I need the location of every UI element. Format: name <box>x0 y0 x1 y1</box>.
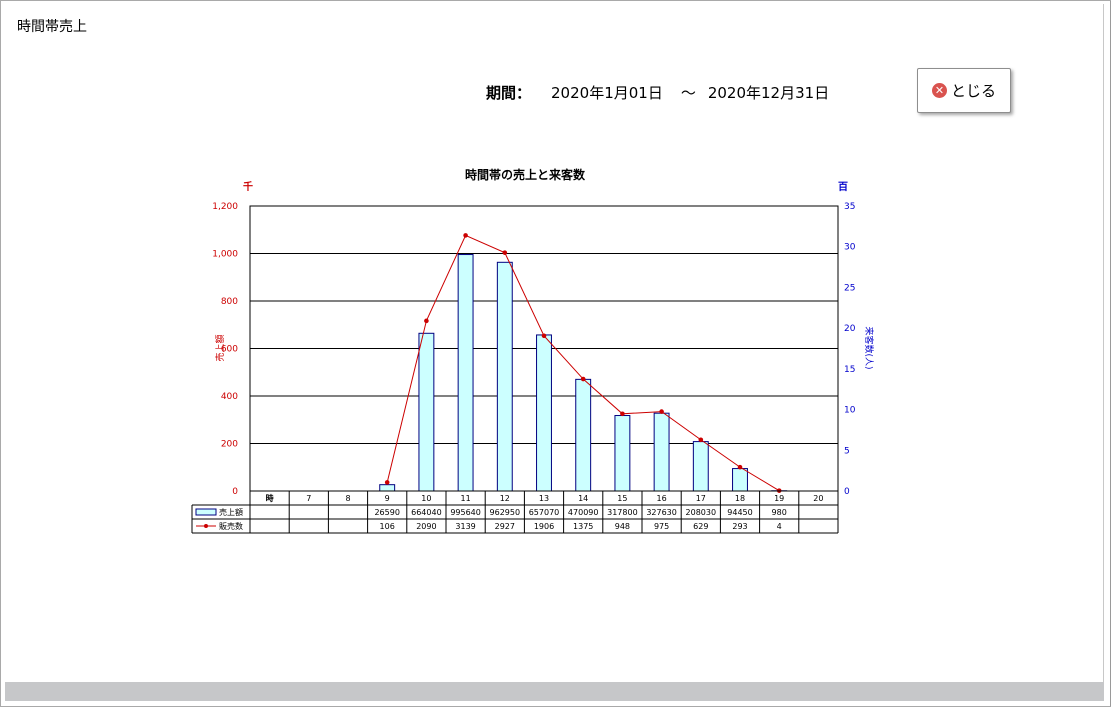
x-tick-label: 9 <box>385 494 390 503</box>
left-tick-label: 400 <box>221 392 238 402</box>
line-point <box>463 233 468 238</box>
data-label-quantity: 3139 <box>455 522 475 531</box>
data-table: 時 7 8 9 10 11 12 13 14 15 16 17 18 19 20 売上額販売数 26590 664… <box>191 490 839 534</box>
bar-sales <box>457 254 474 492</box>
line-point <box>620 411 625 417</box>
legend-label-sales: 売上額 <box>219 507 243 517</box>
x-tick-label: 8 <box>345 494 350 503</box>
bar-sales <box>418 332 435 492</box>
data-label-quantity: 293 <box>732 522 747 531</box>
right-tick-label: 30 <box>844 243 856 253</box>
x-tick-label: 10 <box>421 494 431 503</box>
right-tick-label: 5 <box>844 446 850 456</box>
data-label-quantity: 2927 <box>495 522 515 531</box>
plot-area: 0 200 400 600 800 1,000 1,200 0 5 10 15 20 25 30 35 <box>212 202 855 497</box>
x-header-label: 時 <box>266 493 274 503</box>
data-label-quantity: 4 <box>777 522 782 531</box>
data-label-sales: 26590 <box>374 508 399 517</box>
right-tick-label: 35 <box>844 202 855 212</box>
line-point <box>502 250 508 255</box>
data-label-quantity: 1375 <box>573 522 593 531</box>
data-label-sales: 995640 <box>450 508 481 517</box>
left-unit-label: 千 <box>243 180 253 193</box>
chart-title: 時間帯の売上と来客数 <box>465 167 586 182</box>
right-tick-label: 25 <box>844 283 855 293</box>
data-label-sales: 664040 <box>411 508 442 517</box>
data-label-quantity: 106 <box>380 522 395 531</box>
legend-label-quantity: 販売数 <box>219 521 243 531</box>
x-tick-label: 19 <box>774 494 784 503</box>
line-point <box>384 480 390 485</box>
bar-sales <box>614 415 631 492</box>
x-tick-label: 13 <box>539 494 549 503</box>
x-tick-label: 11 <box>461 494 471 503</box>
left-tick-label: 800 <box>221 297 238 307</box>
x-tick-label: 20 <box>813 494 823 503</box>
left-tick-label: 200 <box>221 440 238 450</box>
data-label-sales: 208030 <box>686 508 717 517</box>
x-tick-label: 12 <box>500 494 510 503</box>
bar-sales <box>732 468 748 492</box>
right-tick-label: 15 <box>844 365 855 375</box>
data-label-sales: 962950 <box>490 508 521 517</box>
data-label-quantity: 1906 <box>534 522 554 531</box>
bar-sales <box>575 378 592 492</box>
right-tick-label: 0 <box>844 487 850 497</box>
data-label-quantity: 2090 <box>416 522 436 531</box>
line-point <box>737 464 743 470</box>
x-tick-label: 18 <box>735 494 745 503</box>
line-point <box>659 409 664 414</box>
left-tick-label: 0 <box>232 487 238 497</box>
data-label-quantity: 948 <box>615 522 630 531</box>
right-tick-label: 20 <box>844 324 856 334</box>
left-tick-label: 1,200 <box>212 202 238 212</box>
left-tick-label: 600 <box>221 345 238 355</box>
x-tick-label: 7 <box>306 494 311 503</box>
right-unit-label: 百 <box>838 181 848 193</box>
legend-swatch-quantity-point <box>204 524 208 528</box>
bar-sales <box>496 261 513 492</box>
bar-sales <box>653 412 670 492</box>
bar-sales <box>536 334 552 492</box>
x-tick-label: 17 <box>696 494 706 503</box>
x-tick-label: 14 <box>578 494 588 503</box>
x-tick-label: 15 <box>617 494 627 503</box>
data-label-sales: 980 <box>772 508 787 517</box>
left-tick-label: 1,000 <box>212 250 238 260</box>
bar-sales <box>379 484 396 492</box>
data-label-sales: 94450 <box>727 508 752 517</box>
data-label-sales: 470090 <box>568 508 599 517</box>
data-label-quantity: 629 <box>693 522 708 531</box>
line-point <box>541 333 547 339</box>
data-label-quantity: 975 <box>654 522 669 531</box>
right-axis-title: 来客数(人) <box>863 326 875 369</box>
data-label-sales: 317800 <box>607 508 638 517</box>
legend-swatch-sales <box>195 508 217 516</box>
bar-sales <box>692 441 709 492</box>
data-label-sales: 327630 <box>646 508 677 517</box>
line-point <box>580 376 586 382</box>
x-tick-label: 16 <box>657 494 667 503</box>
right-tick-label: 10 <box>844 406 856 416</box>
line-point <box>424 318 429 324</box>
sales-chart: 時間帯の売上と来客数 千 百 売上額 来客数(人) 02004006008001… <box>191 167 875 534</box>
line-point <box>698 437 704 443</box>
data-label-sales: 657070 <box>529 508 560 517</box>
